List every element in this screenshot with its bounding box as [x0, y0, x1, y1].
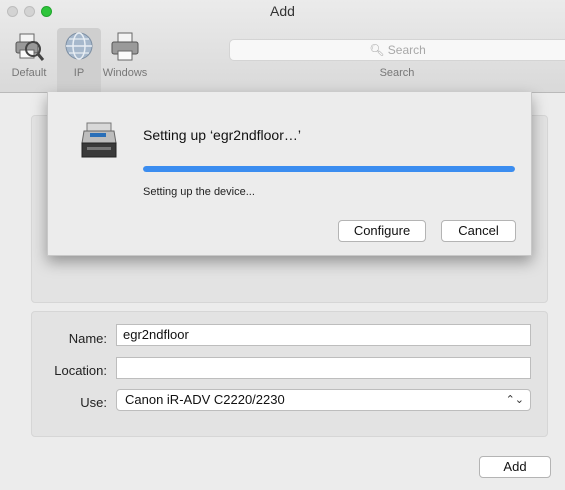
- location-label: Location:: [54, 363, 107, 378]
- cancel-button[interactable]: Cancel: [441, 220, 516, 242]
- globe-icon: [65, 32, 93, 60]
- driver-select-value: Canon iR-ADV C2220/2230: [125, 392, 285, 407]
- search-placeholder: Search: [387, 43, 426, 57]
- add-button[interactable]: Add: [479, 456, 551, 478]
- setup-sheet: Setting up ‘egr2ndfloor…’ Setting up the…: [47, 92, 532, 256]
- configure-button[interactable]: Configure: [338, 220, 426, 242]
- printer-icon: [111, 32, 139, 61]
- use-label: Use:: [80, 395, 107, 410]
- setup-title: Setting up ‘egr2ndfloor…’: [143, 127, 301, 143]
- toolbar: Add Default IP Windows 🔍︎ Search Search: [0, 0, 565, 93]
- name-label: Name:: [68, 331, 107, 346]
- printer-device-icon: [81, 122, 117, 158]
- setup-progress-fill: [143, 166, 515, 172]
- name-field[interactable]: egr2ndfloor: [116, 324, 531, 346]
- search-label: Search: [379, 67, 415, 79]
- driver-select[interactable]: Canon iR-ADV C2220/2230 ⌃⌄: [116, 389, 531, 411]
- add-printer-window: Add Default IP Windows 🔍︎ Search Search …: [0, 0, 565, 490]
- toolbar-windows-label: Windows: [102, 67, 148, 79]
- search-input[interactable]: 🔍︎ Search: [229, 39, 565, 61]
- up-down-arrows-icon: ⌃⌄: [505, 394, 524, 406]
- search-icon: 🔍︎: [369, 43, 385, 57]
- printer-magnifier-icon: [15, 33, 45, 61]
- window-title: Add: [270, 3, 295, 19]
- setup-status: Setting up the device...: [143, 186, 255, 198]
- toolbar-windows-button[interactable]: Windows: [95, 30, 155, 79]
- location-field[interactable]: [116, 357, 531, 379]
- setup-progress-bar: [143, 166, 515, 172]
